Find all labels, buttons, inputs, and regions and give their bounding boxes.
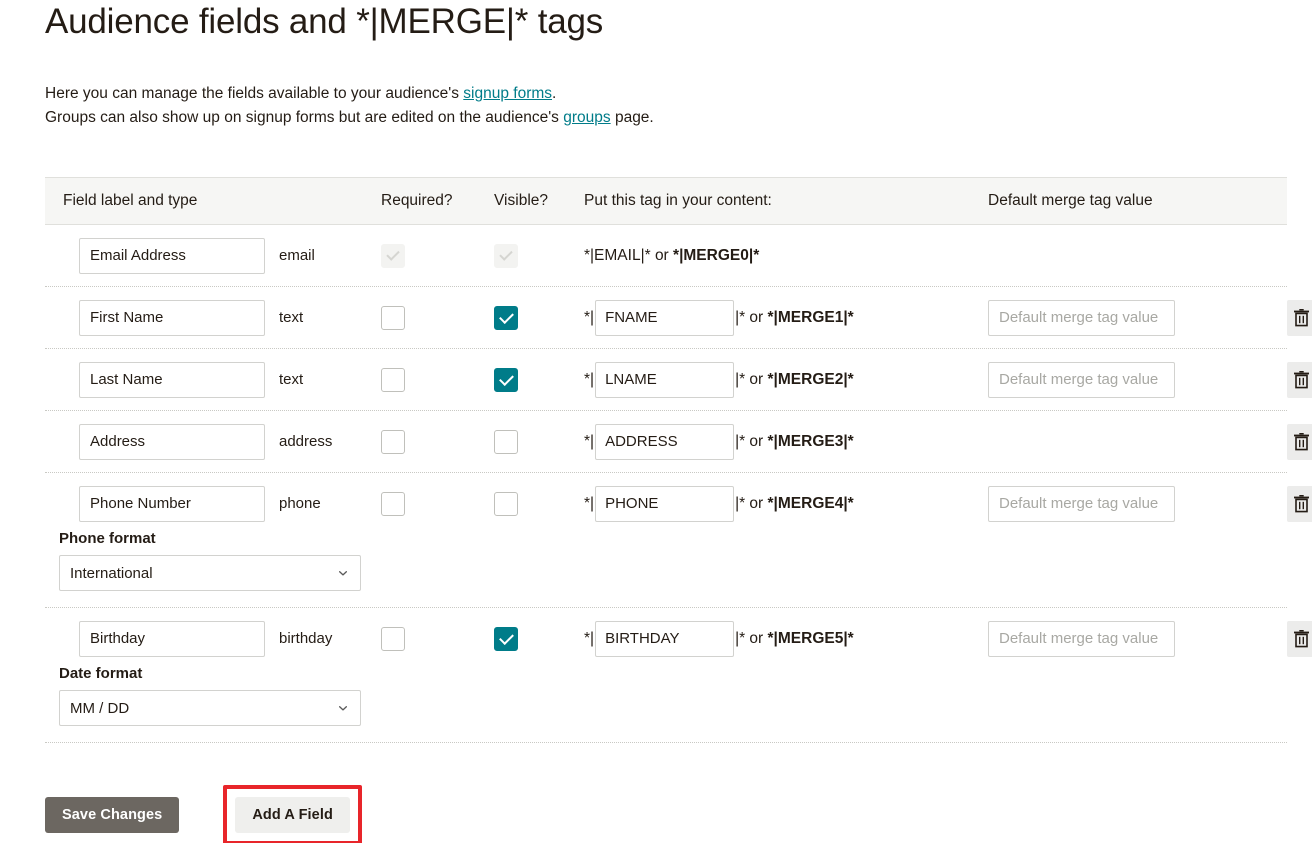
field-label-input[interactable]: [79, 423, 265, 460]
merge-tag-input[interactable]: [595, 620, 735, 657]
required-checkbox[interactable]: [381, 491, 405, 516]
groups-link[interactable]: groups: [563, 109, 610, 126]
merge-tag-prefix: *|: [584, 432, 595, 450]
field-type-label: phone: [279, 495, 321, 512]
intro-line2-part2: page.: [610, 109, 654, 126]
delete-field-button[interactable]: [1287, 620, 1312, 657]
table-row: birthday *| |* or *|MERGE5|* Date format MM …: [45, 608, 1312, 743]
required-checkbox: [381, 243, 405, 268]
field-format-label: Phone format: [59, 530, 156, 547]
required-checkbox[interactable]: [381, 626, 405, 651]
merge-tag-input[interactable]: [595, 299, 735, 336]
merge-tag-alias: |* or *|MERGE4|*: [735, 494, 854, 512]
table-row: text *| |* or *|MERGE1|*: [45, 287, 1312, 349]
delete-field-button[interactable]: [1287, 485, 1312, 522]
merge-tag-alias: |* or *|MERGE2|*: [735, 370, 854, 388]
visible-checkbox[interactable]: [494, 367, 518, 392]
merge-tag-cell: *| |* or *|MERGE5|*: [584, 620, 854, 657]
trash-icon: [1294, 630, 1309, 648]
required-checkbox[interactable]: [381, 429, 405, 454]
field-label-input[interactable]: [79, 361, 265, 398]
field-format-select[interactable]: MM / DD: [59, 690, 361, 726]
trash-icon: [1294, 371, 1309, 389]
merge-tag-prefix: *|: [584, 629, 595, 647]
merge-tag-prefix: *|: [584, 308, 595, 326]
header-default-value: Default merge tag value: [988, 192, 1153, 209]
default-merge-value-input[interactable]: [988, 361, 1175, 398]
intro-line1-part2: .: [552, 85, 557, 102]
delete-field-button[interactable]: [1287, 299, 1312, 336]
chevron-down-icon: [339, 571, 347, 576]
merge-tag-alias: |* or *|MERGE3|*: [735, 432, 854, 450]
field-format-section: Date format MM / DD: [45, 665, 1287, 742]
table-row: email *|EMAIL|* or *|MERGE0|*: [45, 225, 1287, 287]
trash-icon: [1294, 309, 1309, 327]
merge-tag-input[interactable]: [595, 361, 735, 398]
page-title: Audience fields and *|MERGE|* tags: [45, 2, 604, 41]
field-label-input[interactable]: [79, 620, 265, 657]
merge-tag-cell: *| |* or *|MERGE4|*: [584, 485, 854, 522]
table-body: email *|EMAIL|* or *|MERGE0|* text *| |* or …: [45, 225, 1312, 743]
save-changes-button[interactable]: Save Changes: [45, 797, 180, 833]
field-label-input[interactable]: [79, 299, 265, 336]
intro-line2-part1: Groups can also show up on signup forms …: [45, 109, 564, 126]
merge-tag-cell: *| |* or *|MERGE3|*: [584, 423, 854, 460]
delete-field-button[interactable]: [1287, 423, 1312, 460]
field-type-label: email: [279, 247, 315, 264]
header-visible: Visible?: [494, 192, 549, 209]
visible-checkbox[interactable]: [494, 626, 518, 651]
header-field-label: Field label and type: [63, 192, 198, 209]
field-type-label: text: [279, 371, 304, 388]
add-a-field-button[interactable]: Add A Field: [235, 797, 350, 833]
field-type-label: birthday: [279, 630, 333, 647]
chevron-down-icon: [339, 706, 347, 711]
table-row: text *| |* or *|MERGE2|*: [45, 349, 1312, 411]
field-format-selected-value: MM / DD: [70, 699, 130, 717]
default-merge-value-input[interactable]: [988, 299, 1175, 336]
field-label-input[interactable]: [79, 237, 265, 274]
field-format-selected-value: International: [70, 564, 153, 582]
audience-fields-table: Field label and type Required? Visible? …: [45, 177, 1312, 743]
merge-tag-input[interactable]: [595, 423, 735, 460]
merge-tag-prefix: *|: [584, 494, 595, 512]
signup-forms-link[interactable]: signup forms: [463, 85, 552, 102]
visible-checkbox: [494, 243, 518, 268]
required-checkbox[interactable]: [381, 367, 405, 392]
default-merge-value-input[interactable]: [988, 485, 1175, 522]
visible-checkbox[interactable]: [494, 305, 518, 330]
table-row: phone *| |* or *|MERGE4|* Phone format Inter…: [45, 473, 1312, 608]
add-field-highlight-box: Add A Field: [223, 785, 362, 843]
field-format-label: Date format: [59, 665, 143, 682]
merge-tag-cell: *|EMAIL|* or *|MERGE0|*: [584, 247, 759, 265]
header-required: Required?: [381, 192, 453, 209]
merge-tag-cell: *| |* or *|MERGE1|*: [584, 299, 854, 336]
trash-icon: [1294, 495, 1309, 513]
merge-tag-static: *|EMAIL|* or *|MERGE0|*: [584, 246, 760, 264]
intro-line1-part1: Here you can manage the fields available…: [45, 85, 464, 102]
header-merge-tag: Put this tag in your content:: [584, 192, 772, 209]
page-root: Audience fields and *|MERGE|* tags Here …: [0, 0, 1312, 843]
table-row: address *| |* or *|MERGE3|*: [45, 411, 1312, 473]
field-format-section: Phone format International: [45, 530, 1287, 607]
trash-icon: [1294, 433, 1309, 451]
field-format-select[interactable]: International: [59, 555, 361, 591]
merge-tag-alias: |* or *|MERGE1|*: [735, 308, 854, 326]
field-type-label: address: [279, 433, 333, 450]
table-header-row: Field label and type Required? Visible? …: [45, 177, 1287, 225]
merge-tag-alias: |* or *|MERGE5|*: [735, 629, 854, 647]
field-label-input[interactable]: [79, 485, 265, 522]
form-actions: Save Changes Add A Field: [45, 785, 362, 843]
visible-checkbox[interactable]: [494, 429, 518, 454]
field-type-label: text: [279, 309, 304, 326]
merge-tag-prefix: *|: [584, 370, 595, 388]
required-checkbox[interactable]: [381, 305, 405, 330]
merge-tag-cell: *| |* or *|MERGE2|*: [584, 361, 854, 398]
intro-text: Here you can manage the fields available…: [45, 82, 745, 130]
default-merge-value-input[interactable]: [988, 620, 1175, 657]
merge-tag-input[interactable]: [595, 485, 735, 522]
visible-checkbox[interactable]: [494, 491, 518, 516]
delete-field-button[interactable]: [1287, 361, 1312, 398]
